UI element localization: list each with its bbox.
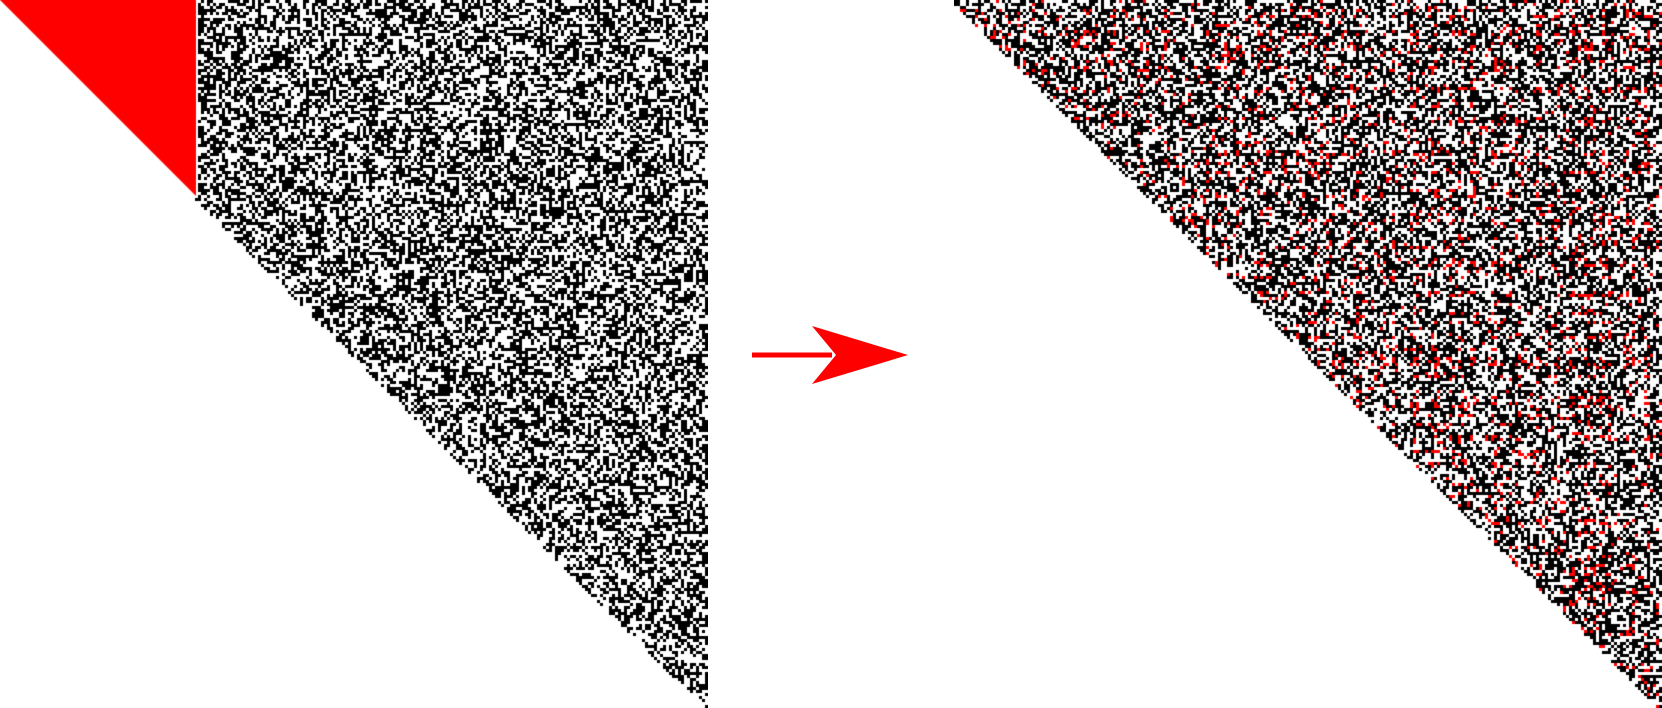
matrix-transformation-diagram xyxy=(0,0,1662,708)
left-triangular-noise-matrix xyxy=(0,0,708,708)
right-triangular-noise-matrix xyxy=(954,0,1662,708)
right-arrow-icon xyxy=(752,326,908,384)
